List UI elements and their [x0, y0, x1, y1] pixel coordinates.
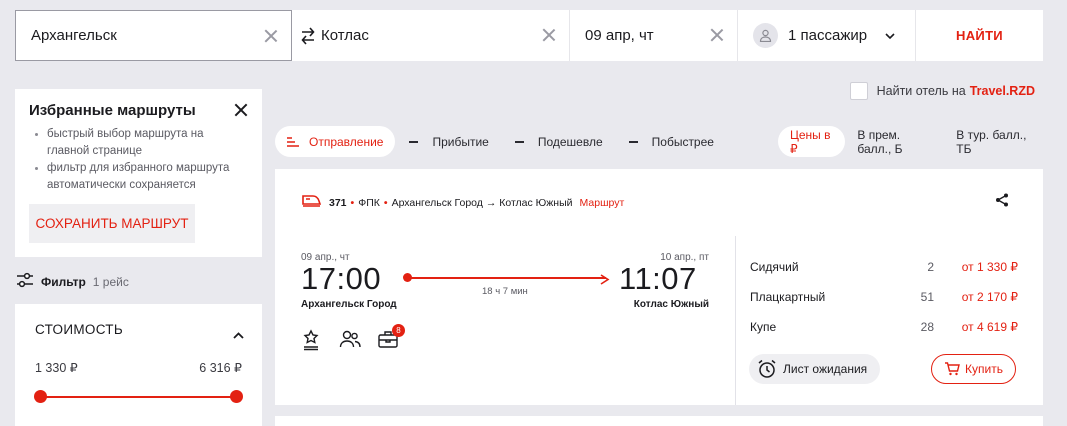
cost-min: 1 330 ₽ — [35, 361, 78, 375]
waiting-list-button[interactable]: Лист ожидания — [749, 354, 880, 384]
next-train-card — [275, 416, 1043, 426]
briefcase-icon[interactable]: 8 — [377, 324, 405, 351]
class-price: от 1 330 ₽ — [961, 260, 1018, 274]
chevron-up-icon[interactable] — [233, 326, 244, 344]
filter-toggle[interactable]: Фильтр 1 рейс — [16, 272, 129, 291]
person-icon — [753, 23, 778, 48]
class-name: Плацкартный — [750, 290, 826, 304]
tab-label: Побыстрее — [651, 134, 714, 149]
tab-label: Прибытие — [432, 134, 489, 149]
save-route-button[interactable]: СОХРАНИТЬ МАРШРУТ — [29, 204, 195, 243]
tab-prices-premium[interactable]: В прем. балл., Б — [847, 126, 944, 157]
class-seats: 2 — [927, 260, 934, 274]
tab-label: Подешевле — [537, 134, 603, 149]
swap-icon[interactable] — [300, 26, 316, 46]
find-button[interactable]: НАЙТИ — [916, 10, 1043, 61]
search-bar: Архангельск Котлас 09 апр, чт 1 пассажир… — [15, 10, 1043, 61]
close-icon[interactable] — [234, 103, 248, 117]
trip-duration: 18 ч 7 мин — [482, 286, 528, 297]
cost-max: 6 316 ₽ — [199, 361, 242, 375]
clear-date-icon[interactable] — [709, 27, 725, 43]
filter-label: Фильтр — [41, 274, 86, 289]
price-slider-max-handle[interactable] — [230, 390, 243, 403]
features-badge: 8 — [392, 324, 405, 337]
favorites-panel: Избранные маршруты быстрый выбор маршрут… — [15, 89, 262, 257]
clear-from-icon[interactable] — [263, 28, 279, 44]
route-link[interactable]: Маршрут — [580, 197, 625, 209]
sort-tabs: Отправление Прибытие Подешевле Побыстрее… — [275, 125, 1043, 158]
tab-departure[interactable]: Отправление — [275, 126, 396, 157]
price-slider-track[interactable] — [40, 396, 236, 398]
class-name: Купе — [750, 320, 777, 334]
train-card: 371 • ФПК • Архангельск Город → Котлас Ю… — [275, 169, 1043, 405]
separator: • — [350, 196, 355, 209]
date-input[interactable]: 09 апр, чт — [570, 10, 738, 61]
departure-station: Архангельск Город — [301, 299, 397, 310]
to-input[interactable]: Котлас — [292, 10, 570, 61]
passengers-value: 1 пассажир — [788, 27, 868, 44]
waiting-list-label: Лист ожидания — [783, 362, 868, 376]
hotel-checkbox[interactable] — [849, 82, 868, 100]
card-divider — [735, 236, 736, 405]
share-icon[interactable] — [995, 193, 1009, 212]
price-slider-min-handle[interactable] — [34, 390, 47, 403]
tab-faster[interactable]: Побыстрее — [617, 126, 726, 157]
dash-icon — [409, 140, 419, 143]
filter-icon — [16, 272, 34, 291]
from-input[interactable]: Архангельск — [15, 10, 292, 61]
class-row[interactable]: Купе 28 от 4 619 ₽ — [750, 317, 1018, 347]
arrow-right-icon — [600, 272, 610, 290]
separator: • — [383, 196, 388, 209]
class-list: Сидячий 2 от 1 330 ₽ Плацкартный 51 от 2… — [750, 257, 1018, 347]
hotel-brand-link[interactable]: Travel.RZD — [970, 84, 1035, 98]
train-icon — [301, 194, 322, 211]
cost-filter: СТОИМОСТЬ 1 330 ₽ 6 316 ₽ — [15, 304, 262, 426]
chevron-down-icon — [885, 27, 895, 44]
clear-to-icon[interactable] — [541, 27, 557, 43]
tab-label: Отправление — [309, 134, 384, 149]
class-row[interactable]: Сидячий 2 от 1 330 ₽ — [750, 257, 1018, 287]
dash-icon — [514, 140, 524, 143]
class-row[interactable]: Плацкартный 51 от 2 170 ₽ — [750, 287, 1018, 317]
filter-count: 1 рейс — [92, 274, 129, 289]
from-value: Архангельск — [31, 27, 117, 44]
class-price: от 2 170 ₽ — [961, 290, 1018, 304]
tab-arrival[interactable]: Прибытие — [397, 126, 500, 157]
train-route: Архангельск Город → Котлас Южный — [391, 196, 573, 209]
sort-icon — [287, 136, 299, 147]
class-price: от 4 619 ₽ — [961, 320, 1018, 334]
cost-title: СТОИМОСТЬ — [35, 322, 123, 337]
class-seats: 28 — [920, 320, 934, 334]
arrival-station: Котлас Южный — [633, 299, 709, 310]
hotel-label: Найти отель на — [876, 84, 966, 98]
star-podium-icon[interactable] — [301, 329, 323, 351]
train-features: 8 — [301, 324, 405, 351]
arrival-time: 11:07 — [619, 261, 697, 296]
date-value: 09 апр, чт — [585, 27, 654, 44]
buy-label: Купить — [965, 362, 1003, 376]
cart-icon — [944, 362, 960, 376]
dash-icon — [628, 140, 638, 143]
tab-cheaper[interactable]: Подешевле — [503, 126, 615, 157]
alarm-clock-icon — [757, 359, 777, 379]
route-line — [406, 277, 606, 279]
train-carrier: ФПК — [358, 196, 380, 209]
train-number: 371 — [329, 196, 347, 209]
favorites-list: быстрый выбор маршрута на главной страни… — [29, 126, 248, 194]
class-name: Сидячий — [750, 260, 799, 274]
train-header: 371 • ФПК • Архангельск Город → Котлас Ю… — [301, 194, 624, 211]
favorites-title: Избранные маршруты — [29, 102, 196, 119]
hotel-option[interactable]: Найти отель на Travel.RZD — [849, 82, 1035, 100]
buy-button[interactable]: Купить — [931, 354, 1016, 384]
departure-time: 17:00 — [301, 261, 382, 296]
people-icon[interactable] — [339, 329, 361, 351]
list-item: фильтр для избранного маршрута автоматич… — [29, 160, 248, 194]
class-seats: 51 — [920, 290, 934, 304]
to-value: Котлас — [321, 27, 369, 44]
list-item: быстрый выбор маршрута на главной страни… — [29, 126, 248, 160]
tab-prices-rub[interactable]: Цены в ₽ — [777, 126, 846, 157]
passengers-select[interactable]: 1 пассажир — [738, 10, 916, 61]
tab-prices-tour[interactable]: В тур. балл., ТБ — [946, 126, 1041, 157]
